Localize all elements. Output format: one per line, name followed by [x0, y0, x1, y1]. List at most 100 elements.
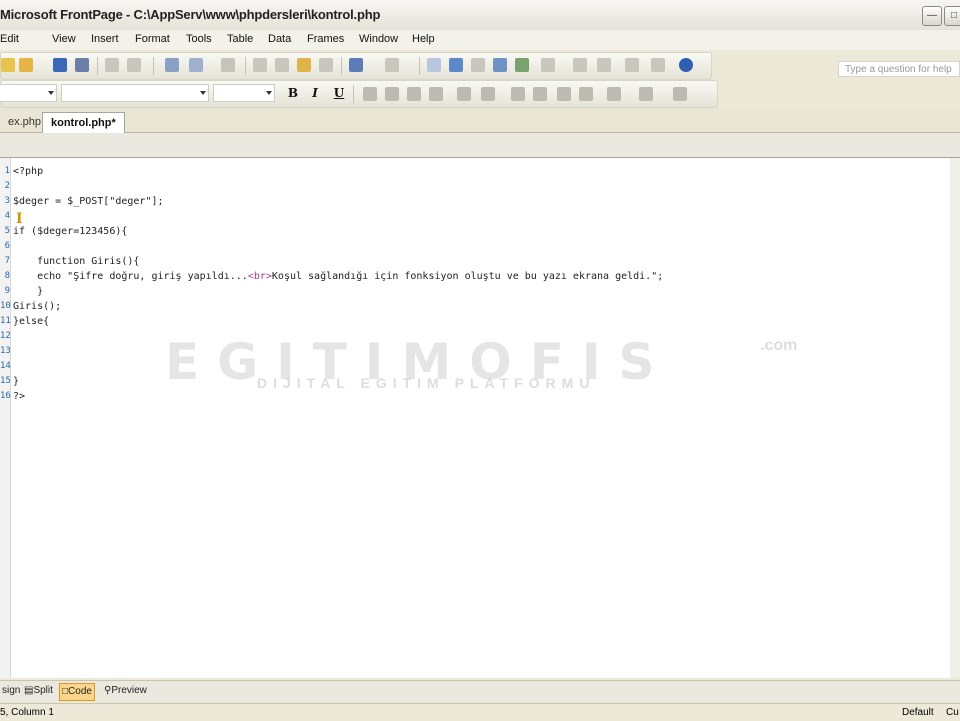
align-left-icon[interactable] [363, 87, 377, 101]
line-number: 13 [0, 346, 11, 356]
menu-tools[interactable]: Tools [186, 33, 212, 45]
menu-frames[interactable]: Frames [307, 33, 344, 45]
line-number: 3 [4, 196, 10, 206]
decrease-font-icon[interactable] [481, 87, 495, 101]
refresh-icon[interactable] [573, 58, 587, 72]
format-painter-icon[interactable] [319, 58, 333, 72]
bullets-icon[interactable] [533, 87, 547, 101]
line-number: 10 [0, 301, 11, 311]
increase-font-icon[interactable] [457, 87, 471, 101]
line-number: 6 [4, 241, 10, 251]
view-code-label: Code [68, 686, 92, 697]
new-page-icon[interactable] [1, 58, 15, 72]
print-icon[interactable] [165, 58, 179, 72]
bold-button[interactable]: B [285, 85, 301, 101]
help-search-input[interactable]: Type a question for help [838, 61, 960, 77]
maximize-icon[interactable]: □ [944, 6, 960, 26]
status-extra: Cu [946, 707, 959, 718]
increase-indent-icon[interactable] [579, 87, 593, 101]
menu-view[interactable]: View [52, 33, 76, 45]
menu-format[interactable]: Format [135, 33, 170, 45]
toolbar-separator [353, 85, 354, 103]
code-line: if ($deger=123456){ [13, 226, 128, 237]
undo-icon[interactable] [349, 58, 363, 72]
status-mode: Default [902, 707, 934, 718]
drawing-icon[interactable] [515, 58, 529, 72]
justify-icon[interactable] [429, 87, 443, 101]
paste-icon[interactable] [297, 58, 311, 72]
copy-icon[interactable] [275, 58, 289, 72]
line-number: 1 [4, 166, 10, 176]
window-title: Microsoft FrontPage - C:\AppServ\www\php… [0, 7, 381, 22]
code-line: } [13, 376, 20, 387]
code-line: <?php [13, 166, 44, 177]
menu-window[interactable]: Window [359, 33, 398, 45]
code-line: Giris(); [13, 301, 62, 312]
highlight-icon[interactable] [639, 87, 653, 101]
redo-icon[interactable] [385, 58, 399, 72]
code-line: echo "Şifre doğru, giriş yapıldı...<br>K… [13, 271, 663, 282]
italic-button[interactable]: I [307, 85, 323, 101]
menu-bar: Edit View Insert Format Tools Table Data… [0, 30, 960, 77]
hyperlink-icon[interactable] [541, 58, 555, 72]
line-number: 12 [0, 331, 11, 341]
view-preview-button[interactable]: ⚲Preview [102, 683, 149, 699]
toggle-pane-icon[interactable] [127, 58, 141, 72]
menu-insert[interactable]: Insert [91, 33, 119, 45]
toolbar-separator [97, 57, 98, 75]
font-size-dropdown[interactable] [213, 84, 275, 102]
print-preview-icon[interactable] [189, 58, 203, 72]
align-right-icon[interactable] [407, 87, 421, 101]
show-all-icon[interactable] [625, 58, 639, 72]
toolbar-separator [341, 57, 342, 75]
find-icon[interactable] [75, 58, 89, 72]
code-line: } [13, 286, 44, 297]
line-number: 9 [4, 286, 10, 296]
view-design-button[interactable]: sign [0, 683, 22, 699]
view-preview-label: Preview [111, 685, 147, 696]
numbering-icon[interactable] [511, 87, 525, 101]
style-dropdown[interactable] [0, 84, 57, 102]
line-number: 16 [0, 391, 11, 401]
insert-layer-icon[interactable] [471, 58, 485, 72]
standard-toolbar [0, 52, 712, 80]
code-line: $deger = $_POST["deger"]; [13, 196, 164, 207]
code-snippet-icon[interactable] [651, 58, 665, 72]
code-editor[interactable]: 1 2 3 4 5 6 7 8 9 10 11 12 13 14 15 16 <… [0, 158, 951, 678]
menu-data[interactable]: Data [268, 33, 291, 45]
toolbar-separator [419, 57, 420, 75]
tab-kontrol-php[interactable]: kontrol.php* [42, 112, 125, 133]
line-number: 15 [0, 376, 11, 386]
view-split-label: Split [33, 685, 53, 696]
code-line: ?> [13, 391, 26, 402]
insert-picture-icon[interactable] [493, 58, 507, 72]
align-center-icon[interactable] [385, 87, 399, 101]
line-number: 14 [0, 361, 11, 371]
web-component-icon[interactable] [427, 58, 441, 72]
minimize-icon[interactable]: — [922, 6, 942, 26]
publish-icon[interactable] [105, 58, 119, 72]
decrease-indent-icon[interactable] [557, 87, 571, 101]
insert-table-icon[interactable] [449, 58, 463, 72]
code-line: }else{ [13, 316, 50, 327]
menu-table[interactable]: Table [227, 33, 253, 45]
underline-button[interactable]: U [331, 85, 347, 101]
font-dropdown[interactable] [61, 84, 209, 102]
spelling-icon[interactable] [221, 58, 235, 72]
text-cursor-icon: I [16, 211, 23, 227]
vertical-scrollbar[interactable] [950, 158, 960, 678]
open-folder-icon[interactable] [19, 58, 33, 72]
line-number: 7 [4, 256, 10, 266]
save-icon[interactable] [53, 58, 67, 72]
menu-help[interactable]: Help [412, 33, 435, 45]
code-string-part: Koşul sağlandığı için fonksiyon oluştu v… [271, 271, 664, 282]
stop-icon[interactable] [597, 58, 611, 72]
line-number: 11 [0, 316, 11, 326]
cut-icon[interactable] [253, 58, 267, 72]
borders-icon[interactable] [607, 87, 621, 101]
menu-edit[interactable]: Edit [0, 33, 19, 45]
view-split-button[interactable]: ▤Split [22, 683, 55, 699]
view-code-button[interactable]: □Code [59, 683, 95, 701]
help-icon[interactable] [679, 58, 693, 72]
font-color-icon[interactable] [673, 87, 687, 101]
